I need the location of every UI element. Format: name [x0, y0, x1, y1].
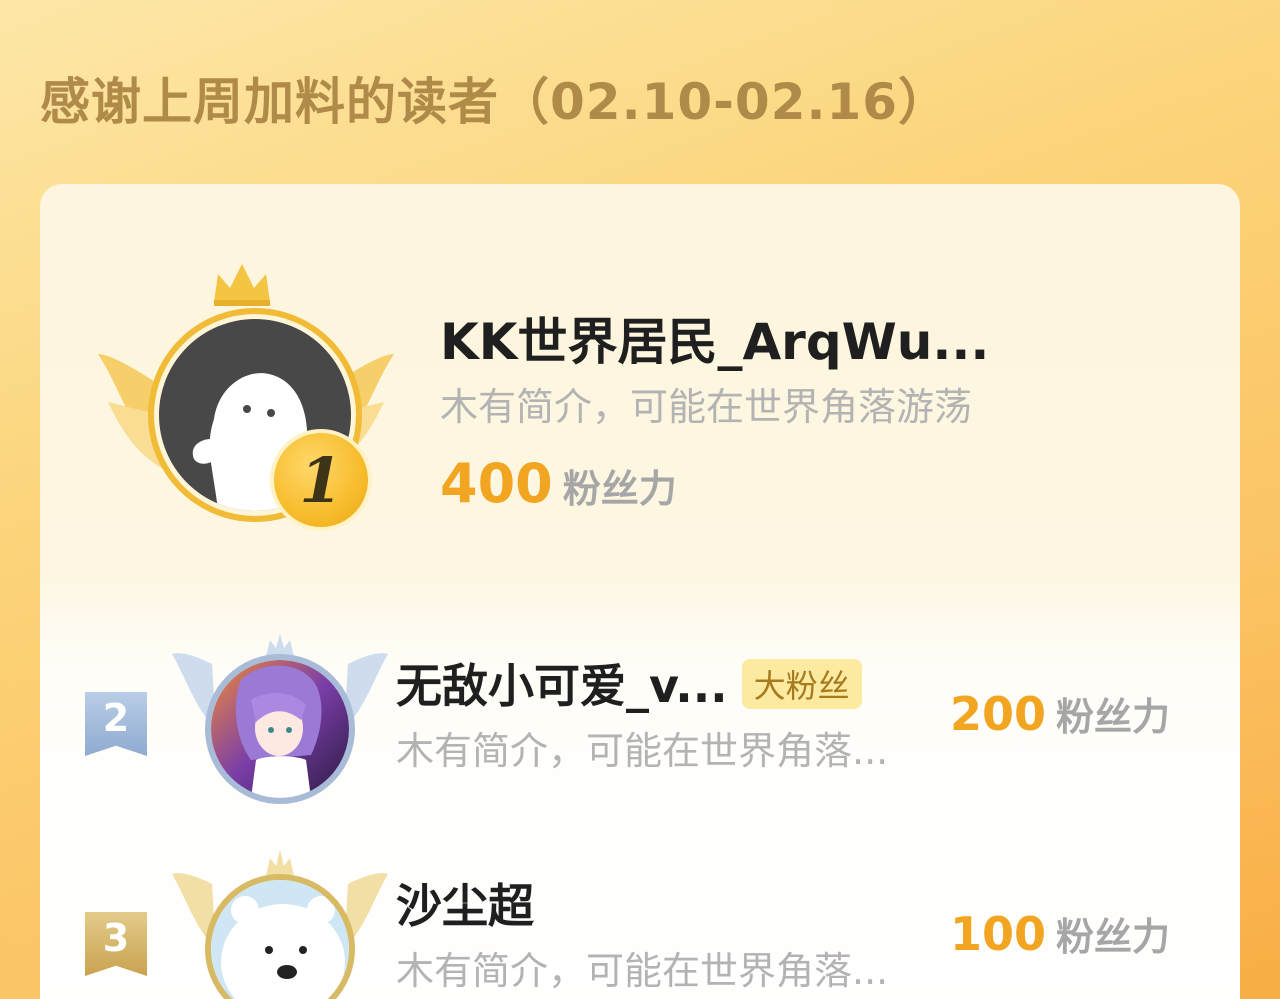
- score-unit: 粉丝力: [1055, 695, 1170, 739]
- top-reader-name[interactable]: KK世界居民_ArqWu...: [440, 302, 989, 374]
- avatar[interactable]: [205, 654, 355, 804]
- score-value: 100: [949, 907, 1046, 961]
- rank-flag: 3: [85, 912, 147, 976]
- score-value: 400: [440, 452, 553, 515]
- leaderboard-card: 1 KK世界居民_ArqWu... 木有简介，可能在世界角落游荡 400 粉丝力 …: [40, 184, 1240, 999]
- polar-bear-avatar-icon: [211, 880, 349, 999]
- reader-name-text: 无敌小可爱_v...: [396, 659, 728, 713]
- fan-badge: 大粉丝: [741, 658, 862, 709]
- reader-name[interactable]: 无敌小可爱_v... 大粉丝: [396, 650, 862, 716]
- list-item[interactable]: 2 无敌小可爱_v... 大粉丝 木有简介，可能在世界角落... 200 粉丝力: [40, 624, 1240, 824]
- reader-name[interactable]: 沙尘超: [396, 870, 534, 936]
- score-unit: 粉丝力: [1055, 915, 1170, 959]
- top-reader-bio: 木有简介，可能在世界角落游荡: [440, 385, 973, 429]
- rank-flag: 2: [85, 692, 147, 756]
- list-item[interactable]: 3 沙尘超 木有简介，可能在世界角落... 100 粉丝力: [40, 844, 1240, 999]
- reader-bio: 木有简介，可能在世界角落...: [396, 729, 889, 773]
- crown-icon: [214, 264, 270, 306]
- score-value: 200: [949, 687, 1046, 741]
- page-title: 感谢上周加料的读者（02.10-02.16）: [40, 73, 950, 131]
- anime-girl-avatar-icon: [211, 660, 349, 798]
- score-unit: 粉丝力: [562, 467, 677, 511]
- rank-medal-1: 1: [270, 429, 372, 531]
- reader-score: 200 粉丝力: [950, 686, 1170, 741]
- reader-score: 100 粉丝力: [950, 906, 1170, 961]
- top-reader-score: 400 粉丝力: [440, 452, 677, 515]
- reader-bio: 木有简介，可能在世界角落...: [396, 949, 889, 993]
